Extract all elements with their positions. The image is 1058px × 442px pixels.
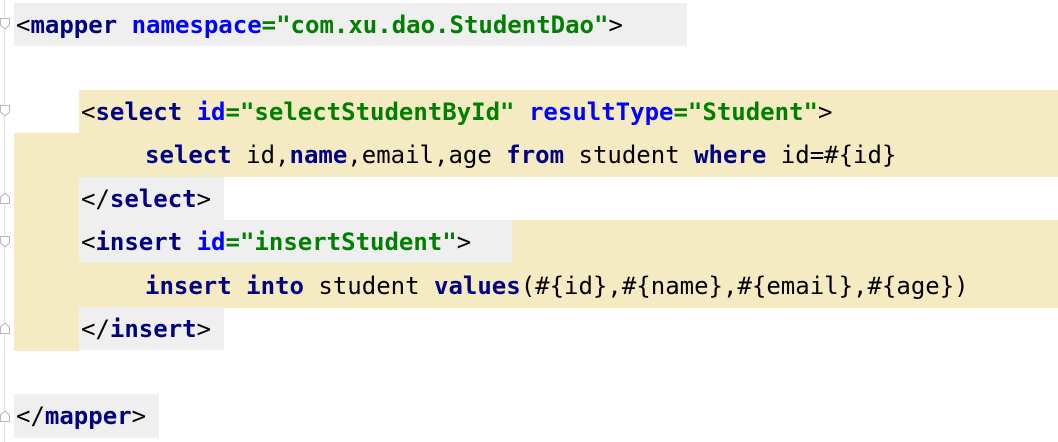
tag-name: insert [95, 228, 183, 256]
fold-marker-insert-open-icon[interactable] [0, 236, 10, 248]
attribute-name: id [196, 98, 226, 126]
fold-marker-select-open-icon[interactable] [0, 105, 10, 117]
sql-text: id, [231, 141, 290, 169]
sql-text: ,email,age [347, 141, 507, 169]
highlight-select-close-margin [14, 177, 79, 221]
equals-sign: = [673, 98, 688, 126]
attribute-name: namespace [131, 11, 262, 39]
gt-symbol: > [196, 185, 212, 213]
equals-sign: = [225, 228, 240, 256]
gt-symbol: > [817, 98, 833, 126]
lt-slash-symbol: </ [81, 185, 110, 213]
lt-symbol: < [81, 98, 96, 126]
tag-name: mapper [44, 402, 132, 430]
highlight-insert-close-margin [14, 307, 79, 351]
tag-name: select [109, 185, 197, 213]
equals-sign: = [225, 98, 240, 126]
attribute-name: id [196, 228, 226, 256]
code-line-insert-sql[interactable]: insert into student values(#{id},#{name}… [145, 264, 969, 308]
code-line-insert-close[interactable]: </insert> [81, 307, 211, 351]
code-line-mapper-open[interactable]: <mapper namespace="com.xu.dao.StudentDao… [16, 3, 623, 47]
attribute-value: "com.xu.dao.StudentDao" [276, 11, 609, 39]
code-line-insert-open[interactable]: <insert id="insertStudent"> [81, 220, 471, 264]
sql-keyword: values [434, 272, 521, 300]
sql-keyword: into [246, 272, 304, 300]
sql-keyword: select [145, 141, 232, 169]
gt-symbol: > [131, 402, 147, 430]
lt-slash-symbol: </ [16, 402, 45, 430]
fold-marker-mapper-open-icon[interactable] [0, 18, 10, 30]
gt-symbol: > [196, 315, 212, 343]
attribute-value: "selectStudentById" [239, 98, 515, 126]
code-line-select-open[interactable]: <select id="selectStudentById" resultTyp… [81, 90, 832, 134]
sql-text: student [564, 141, 695, 169]
gt-symbol: > [456, 228, 472, 256]
attribute-value: "insertStudent" [239, 228, 457, 256]
sql-text: id=#{id} [766, 141, 897, 169]
gutter-fold-line [4, 0, 5, 442]
sql-keyword: insert [145, 272, 232, 300]
sql-keyword: where [694, 141, 767, 169]
editor-gutter [0, 0, 14, 442]
code-line-select-sql[interactable]: select id,name,email,age from student wh… [145, 133, 896, 177]
sql-keyword: from [506, 141, 565, 169]
fold-marker-insert-close-icon[interactable] [0, 322, 10, 334]
sql-text: student [303, 272, 434, 300]
sql-text: (#{id},#{name},#{email},#{age}) [520, 272, 969, 300]
code-line-select-close[interactable]: </select> [81, 177, 211, 221]
fold-marker-select-close-icon[interactable] [0, 192, 10, 204]
gt-symbol: > [608, 11, 623, 39]
attribute-name: resultType [528, 98, 674, 126]
lt-symbol: < [81, 228, 96, 256]
tag-name: insert [109, 315, 197, 343]
sql-keyword: name [289, 141, 348, 169]
fold-marker-mapper-close-icon[interactable] [0, 410, 10, 422]
code-line-mapper-close[interactable]: </mapper> [16, 394, 146, 438]
lt-slash-symbol: </ [81, 315, 110, 343]
equals-sign: = [261, 11, 277, 39]
tag-name: mapper [30, 11, 118, 39]
tag-name: select [95, 98, 183, 126]
attribute-value: "Student" [687, 98, 818, 126]
lt-symbol: < [16, 11, 31, 39]
